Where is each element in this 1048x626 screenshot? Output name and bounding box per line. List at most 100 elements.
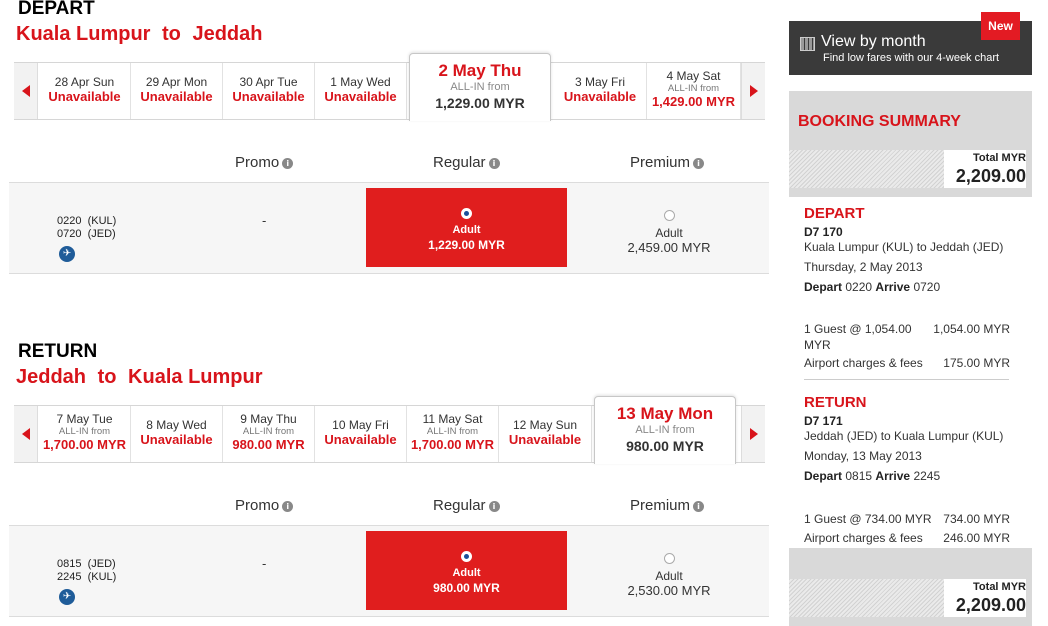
info-icon[interactable]: i	[282, 158, 294, 169]
regular-fare-option[interactable]: Adult 1,229.00 MYR	[366, 188, 567, 267]
premium-radio[interactable]	[663, 553, 675, 564]
depart-date-0[interactable]: 28 Apr Sun Unavailable	[39, 63, 131, 119]
depart-time: 0220	[845, 280, 873, 294]
info-icon[interactable]: i	[282, 501, 294, 512]
flight-number: D7 171	[804, 414, 843, 428]
route-from: Kuala Lumpur	[16, 23, 151, 45]
total-box-top: Total MYR 2,209.00	[789, 150, 1026, 188]
depart-date-selected[interactable]: 2 May Thu ALL-IN from 1,229.00 MYR	[409, 53, 551, 121]
date-label: 4 May Sat	[666, 69, 721, 83]
hatch-pattern	[789, 150, 944, 188]
fees-label: Airport charges & fees	[804, 356, 923, 370]
date-label: 7 May Tue	[56, 412, 113, 426]
arrive-time: 0720	[913, 280, 941, 294]
fare-price: 980.00 MYR	[433, 581, 500, 595]
depart-date-3[interactable]: 1 May Wed Unavailable	[315, 63, 407, 119]
date-sub: ALL-IN from	[635, 424, 695, 436]
return-prev-dates-button[interactable]	[14, 406, 38, 462]
route-from: Jeddah	[16, 366, 87, 388]
date-label: 1 May Wed	[330, 75, 391, 89]
view-month-subtitle: Find low fares with our 4-week chart	[823, 52, 1000, 64]
return-date-selected[interactable]: 13 May Mon ALL-IN from 980.00 MYR	[594, 396, 736, 464]
info-icon[interactable]: i	[488, 501, 500, 512]
summary-depart-leg: DEPART D7 170 Kuala Lumpur (KUL) to Jedd…	[789, 197, 1032, 386]
flight-times: 0220 (KUL) 0720 (JED)	[57, 215, 116, 241]
depart-route: Kuala Lumpur to Jeddah	[16, 23, 269, 46]
date-label: 8 May Wed	[146, 418, 207, 432]
date-value: Unavailable	[508, 432, 582, 447]
premium-radio[interactable]	[663, 210, 675, 221]
chevron-left-icon	[21, 85, 30, 97]
depart-date-1[interactable]: 29 Apr Mon Unavailable	[131, 63, 223, 119]
return-date-5[interactable]: 12 May Sun Unavailable	[499, 406, 592, 462]
premium-fare-option[interactable]: Adult 2,530.00 MYR	[609, 551, 729, 599]
regular-label: Regular	[433, 154, 486, 171]
plane-icon[interactable]: ✈	[59, 589, 75, 605]
guest-line-currency: MYR	[804, 338, 831, 352]
return-date-3[interactable]: 10 May Fri Unavailable	[315, 406, 407, 462]
fare-type: Adult	[452, 224, 481, 236]
leg-date: Monday, 13 May 2013	[804, 449, 922, 463]
date-label: 13 May Mon	[616, 404, 714, 423]
leg-route: Kuala Lumpur (KUL) to Jeddah (JED)	[804, 240, 1004, 254]
return-date-4[interactable]: 11 May Sat ALL-IN from 1,700.00 MYR	[407, 406, 499, 462]
info-icon[interactable]: i	[693, 501, 705, 512]
depart-date-2[interactable]: 30 Apr Tue Unavailable	[223, 63, 315, 119]
flight-times: 0815 (JED) 2245 (KUL)	[57, 558, 116, 584]
new-badge: New	[981, 12, 1020, 40]
date-value: Unavailable	[563, 89, 637, 104]
divider	[804, 379, 1009, 380]
depart-time: 0220	[57, 215, 82, 227]
chevron-right-icon	[749, 428, 758, 440]
date-value: Unavailable	[48, 89, 121, 104]
depart-date-6[interactable]: 4 May Sat ALL-IN from 1,429.00 MYR	[647, 63, 741, 119]
leg-title: DEPART	[804, 205, 865, 222]
plane-icon[interactable]: ✈	[59, 246, 75, 262]
depart-premium-header: Premium i	[630, 154, 705, 171]
depart-regular-header: Regular i	[433, 154, 500, 171]
guest-amount: 1,054.00 MYR	[933, 322, 1010, 336]
view-month-title: View by month	[821, 33, 926, 50]
return-promo-header: Promo i	[235, 497, 294, 514]
return-heading: RETURN	[18, 341, 98, 362]
route-to-word: to	[97, 366, 117, 388]
depart-prev-dates-button[interactable]	[14, 63, 38, 119]
return-date-1[interactable]: 8 May Wed Unavailable	[131, 406, 223, 462]
info-icon[interactable]: i	[488, 158, 500, 169]
regular-radio[interactable]	[461, 208, 472, 219]
return-regular-header: Regular i	[433, 497, 500, 514]
date-value: 1,700.00 MYR	[42, 437, 127, 452]
route-to: Kuala Lumpur	[128, 366, 263, 388]
hatch-pattern	[789, 579, 944, 617]
arrive-code: (KUL)	[87, 571, 117, 583]
date-sub: ALL-IN from	[426, 426, 479, 437]
regular-fare-option[interactable]: Adult 980.00 MYR	[366, 531, 567, 610]
premium-fare-option[interactable]: Adult 2,459.00 MYR	[609, 208, 729, 256]
date-sub: ALL-IN from	[450, 81, 510, 93]
fees-amount: 175.00 MYR	[943, 356, 1010, 370]
total-box-bottom: Total MYR 2,209.00	[789, 579, 1026, 617]
return-next-dates-button[interactable]	[741, 406, 765, 462]
depart-date-5[interactable]: 3 May Fri Unavailable	[554, 63, 647, 119]
leg-times: Depart 0815 Arrive 2245	[804, 469, 940, 483]
return-date-2[interactable]: 9 May Thu ALL-IN from 980.00 MYR	[223, 406, 315, 462]
depart-word: Depart	[804, 280, 843, 294]
promo-fare: -	[262, 213, 267, 228]
depart-time: 0815	[845, 469, 873, 483]
depart-next-dates-button[interactable]	[741, 63, 765, 119]
fare-price: 2,459.00 MYR	[627, 240, 711, 255]
regular-label: Regular	[433, 497, 486, 514]
date-sub: ALL-IN from	[58, 426, 111, 437]
depart-heading: DEPART	[18, 0, 95, 19]
info-icon[interactable]: i	[693, 158, 705, 169]
depart-promo-header: Promo i	[235, 154, 294, 171]
date-value: 1,700.00 MYR	[410, 437, 495, 452]
guest-line: 1 Guest @ 1,054.00	[804, 322, 912, 336]
regular-radio[interactable]	[461, 551, 472, 562]
date-label: 12 May Sun	[512, 418, 578, 432]
promo-label: Promo	[235, 154, 280, 171]
leg-route: Jeddah (JED) to Kuala Lumpur (KUL)	[804, 429, 1004, 443]
depart-flight-row: 0220 (KUL) 0720 (JED) ✈ - Adult 1,229.00…	[9, 182, 769, 274]
return-date-0[interactable]: 7 May Tue ALL-IN from 1,700.00 MYR	[39, 406, 131, 462]
fare-price: 1,229.00 MYR	[428, 238, 505, 252]
